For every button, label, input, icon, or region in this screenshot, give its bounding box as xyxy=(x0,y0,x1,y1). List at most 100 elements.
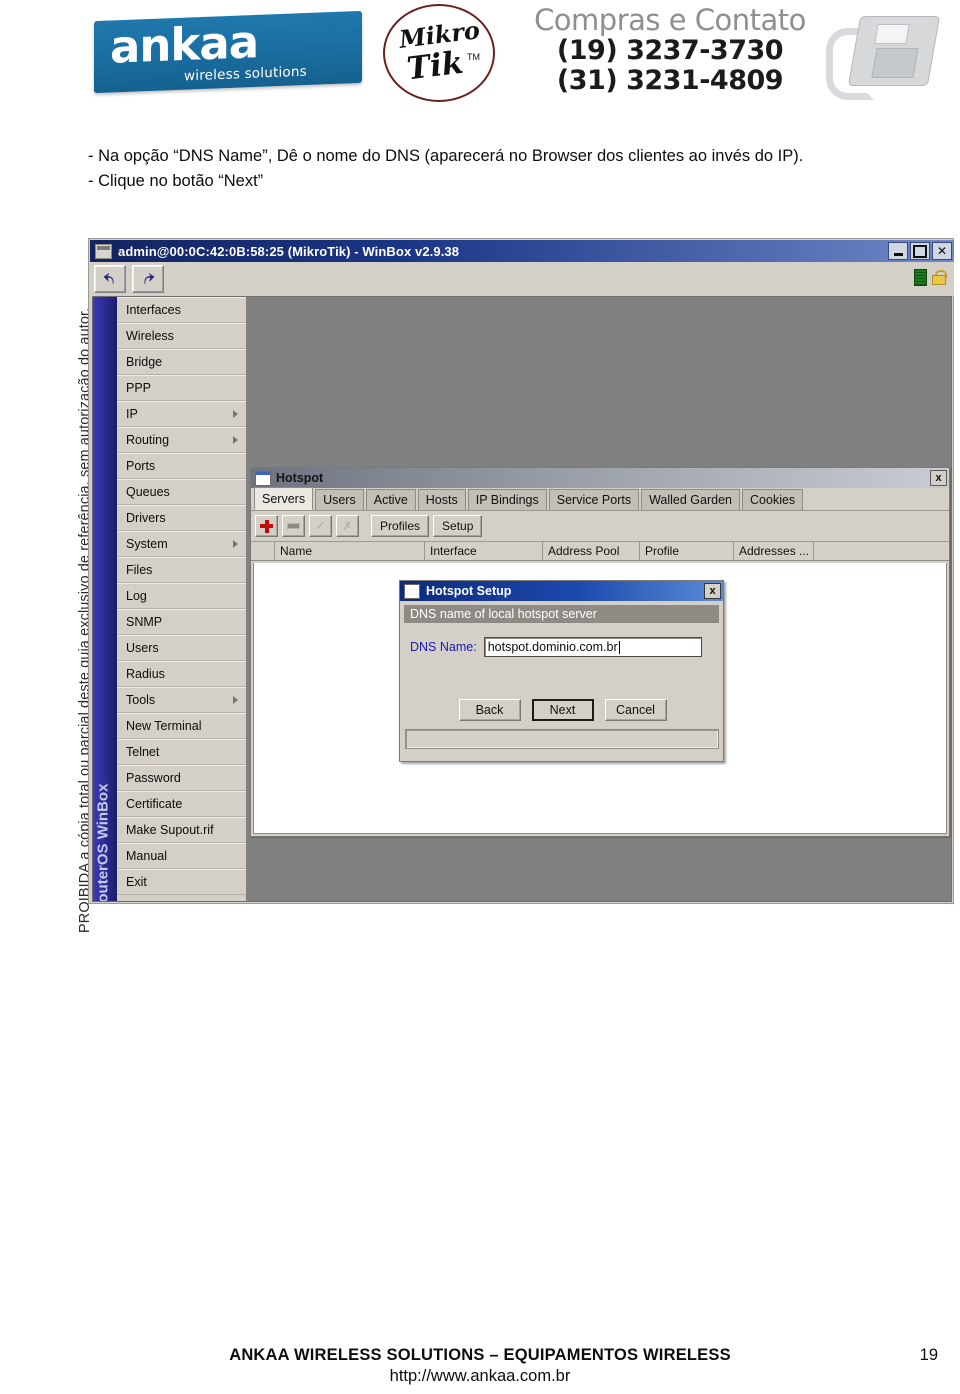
cross-icon: ✗ xyxy=(342,519,353,533)
menu-item-files[interactable]: Files xyxy=(117,557,246,583)
menu-item-label: Bridge xyxy=(126,355,163,369)
winbox-titlebar[interactable]: admin@00:0C:42:0B:58:25 (MikroTik) - Win… xyxy=(90,240,954,262)
minimize-icon xyxy=(893,253,903,256)
setup-dialog-statusbar xyxy=(405,729,719,749)
menu-item-queues[interactable]: Queues xyxy=(117,479,246,505)
menu-item-new-terminal[interactable]: New Terminal xyxy=(117,713,246,739)
undo-arrow-icon xyxy=(103,273,114,285)
hotspot-titlebar[interactable]: Hotspot x xyxy=(251,468,949,488)
menu-item-tools[interactable]: Tools xyxy=(117,687,246,713)
tab-active[interactable]: Active xyxy=(365,489,416,510)
menu-item-make-supout-rif[interactable]: Make Supout.rif xyxy=(117,817,246,843)
instruction-line-2: - Clique no botão “Next” xyxy=(88,171,264,190)
menu-item-log[interactable]: Log xyxy=(117,583,246,609)
winbox-app-icon xyxy=(95,243,112,259)
column-header-interface[interactable]: Interface xyxy=(425,542,543,560)
submenu-arrow-icon xyxy=(233,696,238,704)
menu-item-ports[interactable]: Ports xyxy=(117,453,246,479)
menu-item-wireless[interactable]: Wireless xyxy=(117,323,246,349)
undo-button[interactable] xyxy=(94,265,126,293)
hotspot-close-button[interactable]: x xyxy=(930,470,947,486)
page-footer: ANKAA WIRELESS SOLUTIONS – EQUIPAMENTOS … xyxy=(0,1346,960,1386)
menu-item-drivers[interactable]: Drivers xyxy=(117,505,246,531)
submenu-arrow-icon xyxy=(233,540,238,548)
tab-label: Walled Garden xyxy=(649,493,733,507)
menu-item-bridge[interactable]: Bridge xyxy=(117,349,246,375)
redo-button[interactable] xyxy=(132,265,164,293)
hotspot-title: Hotspot xyxy=(276,471,324,485)
contact-phone-1: (19) 3237-3730 xyxy=(556,35,784,66)
dns-name-label: DNS Name: xyxy=(410,640,477,654)
setup-dialog-buttons: Back Next Cancel xyxy=(400,699,725,721)
add-button[interactable] xyxy=(255,515,278,537)
enable-button[interactable]: ✓ xyxy=(309,515,332,537)
tab-users[interactable]: Users xyxy=(315,489,364,510)
menu-item-certificate[interactable]: Certificate xyxy=(117,791,246,817)
column-header-flag[interactable] xyxy=(251,542,275,560)
hotspot-tabstrip: Servers Users Active Hosts IP Bindings Servic… xyxy=(251,487,949,511)
tab-servers[interactable]: Servers xyxy=(254,487,314,510)
plus-icon xyxy=(260,519,273,533)
menu-item-label: Wireless xyxy=(126,329,174,343)
minimize-button[interactable] xyxy=(888,242,908,260)
menu-item-users[interactable]: Users xyxy=(117,635,246,661)
tab-ip-bindings[interactable]: IP Bindings xyxy=(467,489,547,510)
winbox-main-menu: RouterOS WinBox Interfaces Wireless Bridge… xyxy=(93,297,246,901)
menu-item-label: Manual xyxy=(126,849,167,863)
menu-item-exit[interactable]: Exit xyxy=(117,869,246,895)
menu-item-label: Exit xyxy=(126,875,147,889)
menu-item-ppp[interactable]: PPP xyxy=(117,375,246,401)
menu-item-routing[interactable]: Routing xyxy=(117,427,246,453)
instruction-line-1: - Na opção “DNS Name”, Dê o nome do DNS … xyxy=(88,147,804,165)
menu-item-ip[interactable]: IP xyxy=(117,401,246,427)
maximize-button[interactable] xyxy=(910,242,930,260)
setup-dialog-titlebar[interactable]: Hotspot Setup x xyxy=(400,581,723,601)
menu-item-label: Files xyxy=(126,563,153,577)
column-header-filler xyxy=(814,542,949,560)
tab-service-ports[interactable]: Service Ports xyxy=(548,489,640,510)
menu-item-label: System xyxy=(126,537,168,551)
tab-label: Active xyxy=(373,493,408,507)
menu-item-manual[interactable]: Manual xyxy=(117,843,246,869)
tab-label: IP Bindings xyxy=(475,493,539,507)
setup-dialog-close-button[interactable]: x xyxy=(704,583,721,599)
menu-item-label: Password xyxy=(126,771,181,785)
column-header-address-pool[interactable]: Address Pool xyxy=(543,542,640,560)
menu-item-label: PPP xyxy=(126,381,152,395)
tab-cookies[interactable]: Cookies xyxy=(742,489,804,510)
dns-name-input[interactable]: hotspot.dominio.com.br xyxy=(483,637,702,657)
tab-label: Users xyxy=(323,493,356,507)
trademark-symbol: TM xyxy=(467,52,480,62)
next-button[interactable]: Next xyxy=(531,699,594,721)
hotspot-window-icon xyxy=(255,470,271,486)
menu-item-label: Log xyxy=(126,589,147,603)
maximize-icon xyxy=(913,244,927,258)
contact-title: Compras e Contato xyxy=(534,3,806,37)
menu-item-radius[interactable]: Radius xyxy=(117,661,246,687)
back-button[interactable]: Back xyxy=(458,699,521,721)
hotspot-window: Hotspot x Servers Users Active Hosts IP Bind… xyxy=(250,467,950,837)
menu-item-interfaces[interactable]: Interfaces xyxy=(117,297,246,323)
winbox-status-icons xyxy=(914,269,947,286)
menu-item-snmp[interactable]: SNMP xyxy=(117,609,246,635)
menu-item-telnet[interactable]: Telnet xyxy=(117,739,246,765)
tab-label: Hosts xyxy=(425,493,458,507)
check-icon: ✓ xyxy=(315,518,326,533)
hotspot-setup-dialog: Hotspot Setup x DNS name of local hotspo… xyxy=(399,580,724,762)
tab-walled-garden[interactable]: Walled Garden xyxy=(641,489,741,510)
cancel-button[interactable]: Cancel xyxy=(604,699,667,721)
remove-button[interactable] xyxy=(282,515,305,537)
column-header-profile[interactable]: Profile xyxy=(640,542,734,560)
tab-hosts[interactable]: Hosts xyxy=(417,489,466,510)
disable-button[interactable]: ✗ xyxy=(336,515,359,537)
page-banner: ankaa wireless solutions Mikro Tik TM Co… xyxy=(0,0,960,108)
menu-item-system[interactable]: System xyxy=(117,531,246,557)
profiles-button[interactable]: Profiles xyxy=(371,515,430,537)
close-button[interactable]: ✕ xyxy=(932,242,952,260)
mikrotik-logo: Mikro Tik TM xyxy=(383,4,495,102)
column-header-name[interactable]: Name xyxy=(275,542,425,560)
menu-item-label: Queues xyxy=(126,485,170,499)
setup-button[interactable]: Setup xyxy=(433,515,483,537)
menu-item-password[interactable]: Password xyxy=(117,765,246,791)
column-header-addresses[interactable]: Addresses ... xyxy=(734,542,814,560)
